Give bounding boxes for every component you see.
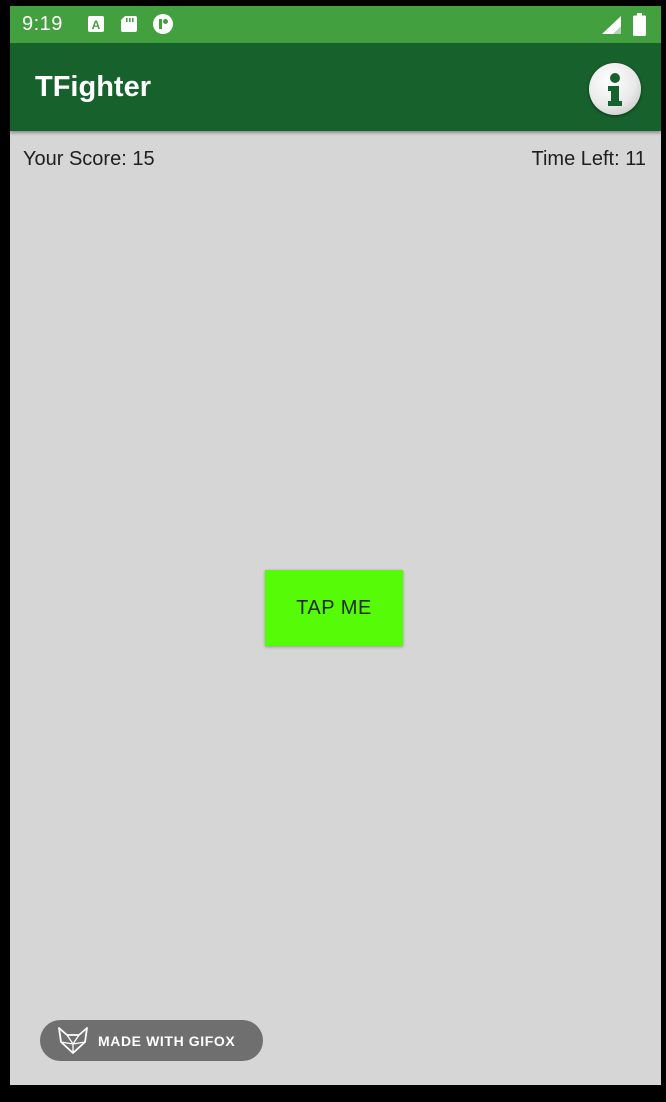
svg-text:A: A bbox=[92, 18, 101, 32]
time-left-label: Time Left: 11 bbox=[531, 148, 647, 170]
sd-card-icon bbox=[121, 16, 137, 32]
status-bar: 9:19 A bbox=[10, 6, 661, 43]
tap-me-button[interactable]: TAP ME bbox=[265, 570, 403, 646]
a-app-icon: A bbox=[88, 16, 104, 32]
info-icon bbox=[608, 73, 622, 106]
score-label: Your Score: 15 bbox=[23, 148, 155, 170]
gifox-text: MADE WITH GIFOX bbox=[98, 1033, 236, 1049]
signal-icon bbox=[602, 16, 621, 34]
info-button[interactable] bbox=[589, 63, 641, 115]
app-title: TFighter bbox=[35, 71, 151, 103]
app-bar: TFighter bbox=[10, 43, 661, 131]
battery-icon bbox=[633, 13, 646, 36]
fox-icon bbox=[58, 1027, 88, 1054]
app-notification-icon bbox=[153, 14, 173, 34]
status-time: 9:19 bbox=[22, 13, 63, 35]
app-screen: 9:19 A TFighter Your Score: 15 Time Left… bbox=[10, 6, 661, 1085]
gifox-watermark: MADE WITH GIFOX bbox=[40, 1020, 263, 1061]
